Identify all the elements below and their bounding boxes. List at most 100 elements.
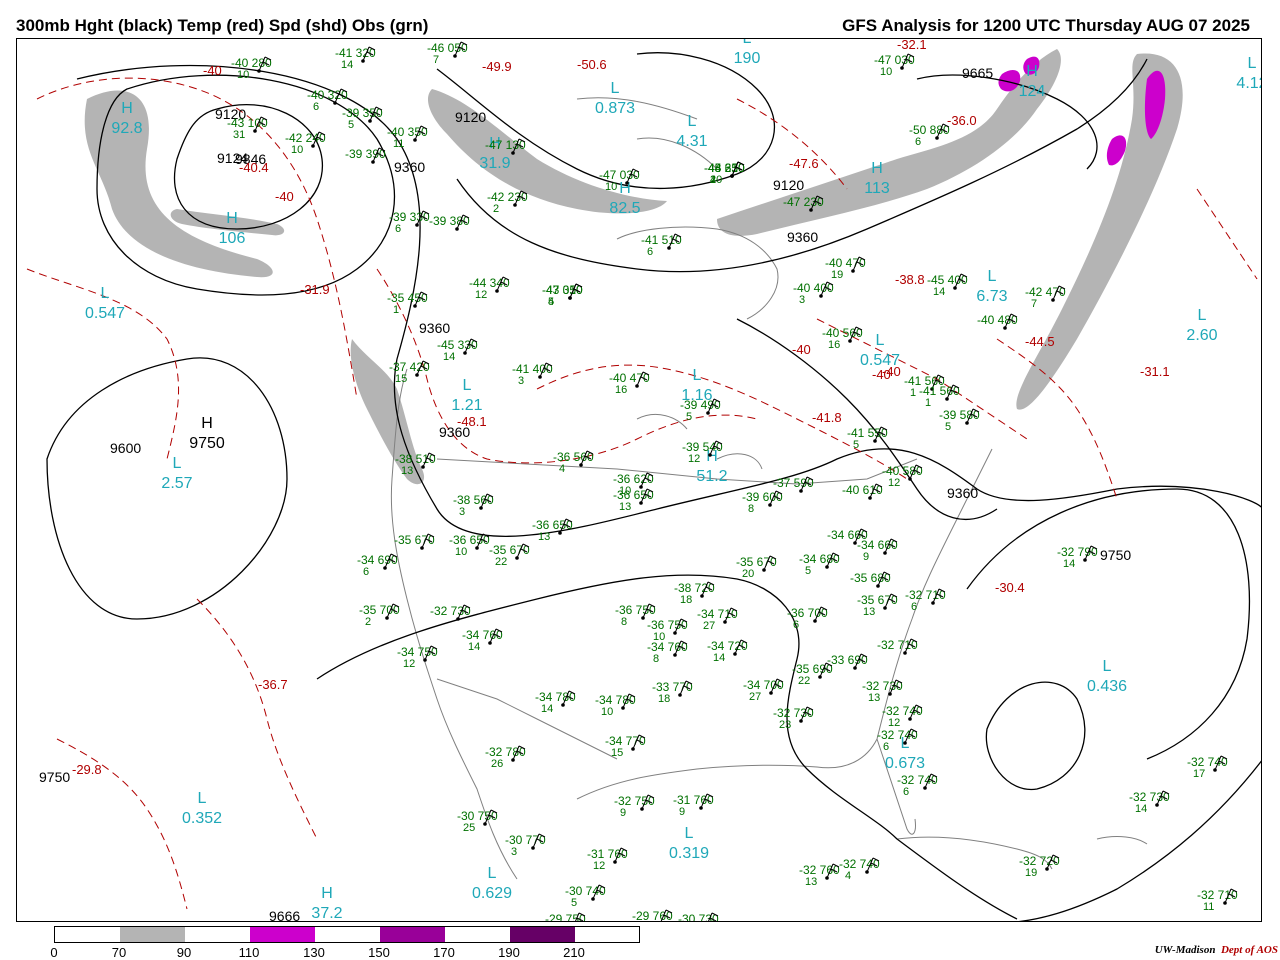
extremum-value: 9750 (189, 435, 225, 452)
station-obs-wind: 25 (463, 822, 475, 834)
height-contour-label: 9666 (269, 908, 300, 922)
station-obs-wind: 10 (710, 174, 722, 186)
low-marker: L (611, 80, 620, 97)
station-obs-wind: 12 (475, 289, 487, 301)
low-marker: L (198, 790, 207, 807)
height-contour-label: 9360 (947, 485, 978, 501)
height-contour-label: 9750 (39, 769, 70, 785)
temp-contour-6 (196, 598, 318, 840)
station-obs-wind: 6 (883, 741, 889, 753)
station-obs-wind: 8 (621, 616, 627, 628)
temperature-label: -48.1 (457, 414, 487, 429)
station-obs-wind: 2 (365, 616, 371, 628)
low-marker: L (685, 825, 694, 842)
high-marker: H (871, 160, 883, 177)
station-obs-wind: 14 (341, 59, 353, 71)
extremum-value: 37.2 (311, 905, 342, 922)
station-obs-wind: 9 (620, 807, 626, 819)
station-obs-wind: 2 (493, 203, 499, 215)
colorbar-segment-110-130 (250, 927, 315, 942)
station-obs-wind: 15 (611, 747, 623, 759)
station-obs-wind: 11 (393, 138, 404, 150)
temperature-label: -50.6 (577, 57, 607, 72)
contour-atlantic-low (985, 681, 1086, 791)
station-obs-wind: 14 (713, 652, 725, 664)
station-obs-wind: 15 (395, 373, 407, 385)
station-obs-wind: 5 (686, 411, 692, 423)
station-obs-wind: 10 (605, 181, 617, 193)
station-obs-wind: 8 (748, 503, 754, 515)
station-obs-wind: 10 (291, 144, 303, 156)
station-obs-wind: 14 (1063, 558, 1075, 570)
credit-dept: Dept of AOS (1220, 944, 1278, 956)
low-marker: L (688, 113, 697, 130)
colorbar-tick-label: 70 (111, 945, 127, 960)
low-marker: L (1103, 658, 1112, 675)
extremum-value: 0.873 (595, 100, 635, 117)
extremum-value: 2.60 (1186, 327, 1217, 344)
station-obs-wind: 9 (863, 551, 869, 563)
colorbar-segment-190-210 (510, 927, 575, 942)
analysis-time: GFS Analysis for 1200 UTC Thursday AUG 0… (842, 16, 1250, 35)
station-obs-wind: 7 (433, 54, 439, 66)
station-obs-wind: 6 (903, 786, 909, 798)
hispaniola (1096, 836, 1148, 845)
credit-org: UW-Madison (1154, 944, 1216, 956)
temp-contour-10 (736, 98, 848, 190)
extremum-value: 1.21 (451, 397, 482, 414)
station-obs-wind: 13 (868, 692, 880, 704)
height-contour-label: 9750 (1100, 547, 1131, 563)
colorbar-tick-label: 110 (238, 945, 260, 960)
station-obs-wind: 1 (393, 304, 399, 316)
extremum-value: 92.8 (111, 120, 142, 137)
high-marker: H (201, 415, 213, 432)
station-obs-wind: 27 (703, 620, 715, 632)
temperature-label: -36.0 (947, 113, 977, 128)
colorbar-tick-label: 130 (303, 945, 325, 960)
station-obs-wind: 6 (363, 566, 369, 578)
height-contour-label: 9360 (394, 159, 425, 175)
temp-contour-9 (1196, 188, 1258, 280)
high-marker: H (619, 180, 631, 197)
extremum-value: 106 (219, 230, 246, 247)
station-obs-wind: 6 (915, 136, 921, 148)
extremum-value: 0.547 (85, 305, 125, 322)
temperature-label: -41.8 (812, 410, 842, 425)
station-obs-wind: 12 (403, 658, 415, 670)
station-obs-wind: 6 (911, 601, 917, 613)
low-marker: L (876, 332, 885, 349)
station-obs-wind: 13 (401, 465, 413, 477)
station-obs-wind: 19 (831, 269, 843, 281)
station-obs-wind: 6 (395, 223, 401, 235)
station-obs-wind: 10 (455, 546, 467, 558)
colorbar-tick-label: 210 (563, 945, 585, 960)
temperature-label: -49.9 (482, 59, 512, 74)
station-obs-wind: 14 (443, 351, 455, 363)
temperature-label: -40 (275, 189, 294, 204)
temperature-label: -31.1 (1140, 364, 1170, 379)
station-obs-wind: 20 (742, 568, 754, 580)
station-obs-wind: 5 (853, 439, 859, 451)
station-obs-wind: 6 (313, 101, 319, 113)
station-obs-wind: 5 (348, 119, 354, 131)
station-obs-wind: 12 (688, 453, 700, 465)
station-obs-wind: 3 (459, 506, 465, 518)
high-marker: H (121, 100, 133, 117)
height-contour-label: 9120 (773, 177, 804, 193)
station-obs-wind: 4 (559, 463, 565, 475)
extremum-value: 0.629 (472, 885, 512, 902)
wind-speed-colorbar (54, 926, 640, 943)
temperature-label: -40.4 (239, 160, 269, 175)
extremum-value: 51.2 (696, 468, 727, 485)
station-obs-wind: 23 (779, 719, 791, 731)
height-contour-label: 9665 (962, 65, 993, 81)
station-obs-wind: 12 (888, 477, 900, 489)
extremum-value: 124 (1019, 83, 1046, 100)
station-obs-wind: 11 (1203, 901, 1214, 913)
station-obs-wind: 13 (538, 531, 550, 543)
station-obs-wind: 14 (541, 703, 553, 715)
temperature-label: -47.6 (789, 156, 819, 171)
extremum-value: 0.319 (669, 845, 709, 862)
low-marker: L (1198, 307, 1207, 324)
station-obs-wind: 14 (933, 286, 945, 298)
